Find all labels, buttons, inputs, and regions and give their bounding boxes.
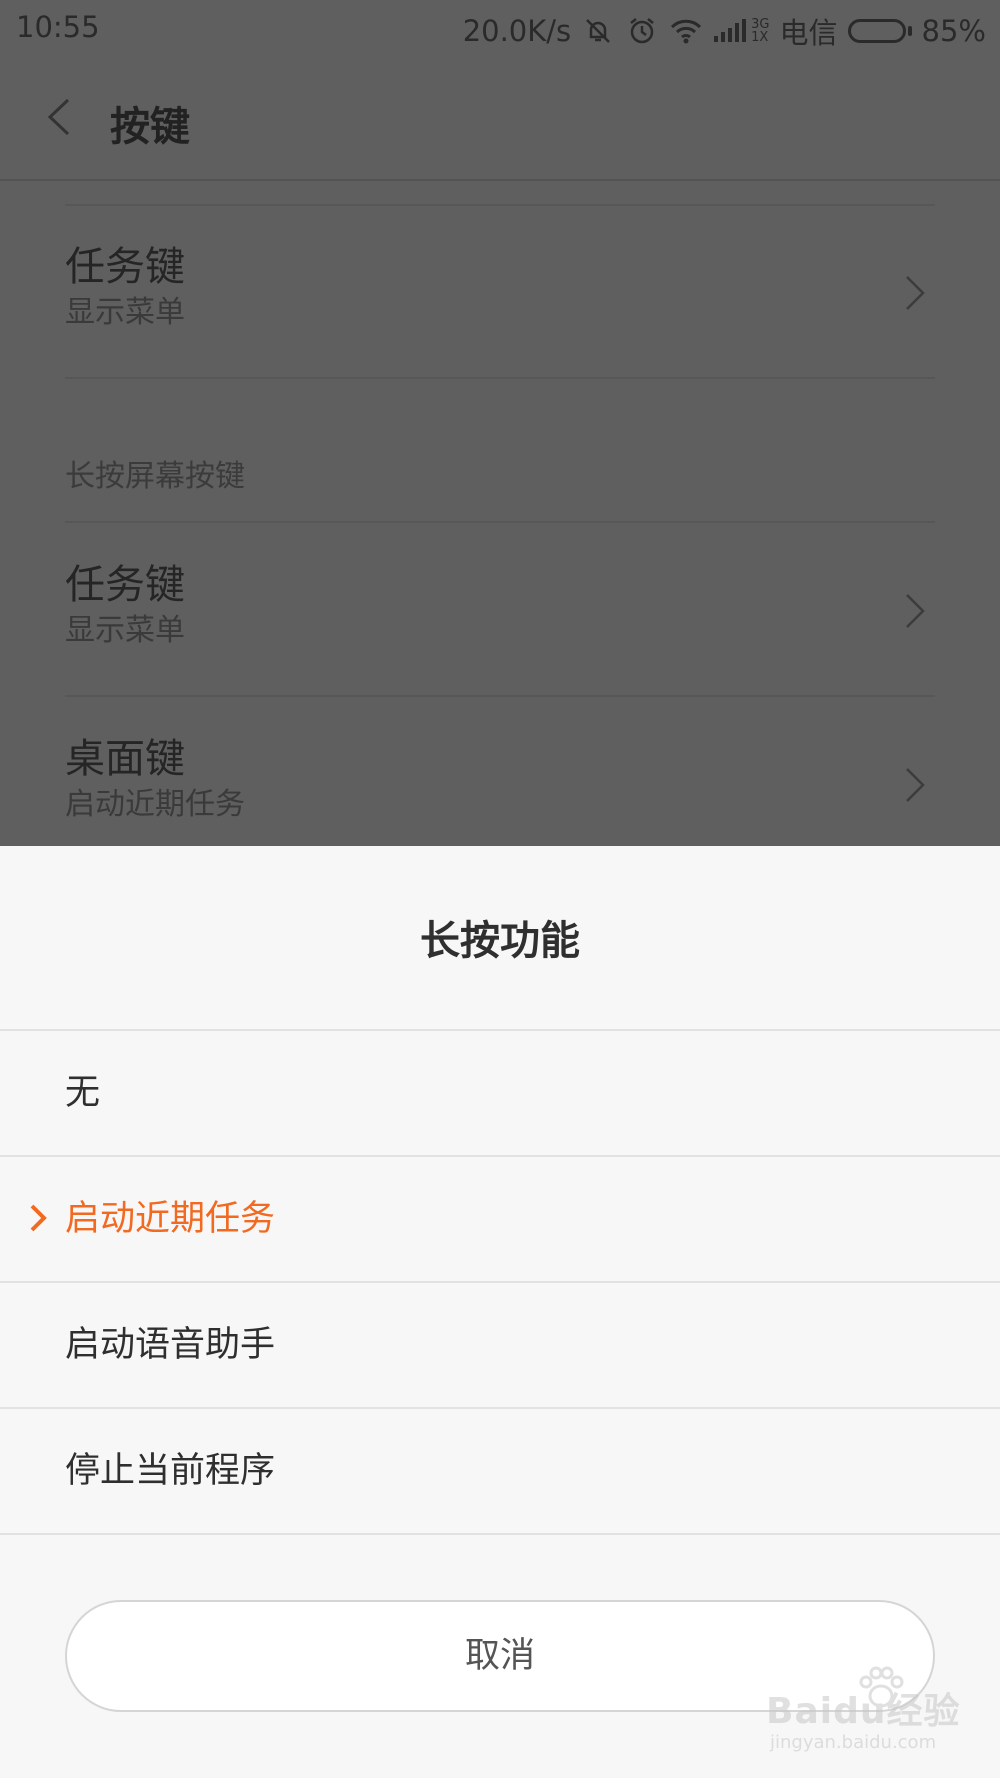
sheet-title: 长按功能 (0, 846, 1000, 1031)
status-icons: 20.0K/s 3G 1X 电信 85% (463, 10, 986, 52)
page-title: 按键 (110, 104, 190, 150)
battery-percent: 85% (921, 14, 986, 48)
option-label: 启动近期任务 (65, 1199, 276, 1239)
watermark-logo: Baidu经验 jingyan.baidu.com (766, 1666, 976, 1766)
network-type: 3G 1X (751, 17, 770, 45)
divider (65, 521, 935, 523)
carrier-name: 电信 (779, 16, 838, 50)
divider (65, 377, 935, 379)
battery-icon (847, 19, 912, 43)
app-header: 按键 (0, 56, 1000, 181)
long-press-action-sheet: 长按功能 无 启动近期任务 启动语音助手 停止当前程序 取消 (0, 846, 1000, 1778)
option-label: 启动语音助手 (65, 1325, 276, 1365)
option-recent-tasks[interactable]: 启动近期任务 (0, 1157, 1000, 1283)
section-header: 长按屏幕按键 (65, 459, 245, 494)
item-title: 桌面键 (65, 736, 185, 782)
option-none[interactable]: 无 (0, 1031, 1000, 1157)
watermark-url: jingyan.baidu.com (770, 1732, 937, 1753)
signal-icon (713, 14, 747, 48)
option-stop-current-app[interactable]: 停止当前程序 (0, 1409, 1000, 1535)
chevron-right-icon (906, 768, 925, 802)
alarm-icon (625, 14, 659, 48)
mute-icon (581, 14, 615, 48)
option-voice-assistant[interactable]: 启动语音助手 (0, 1283, 1000, 1409)
item-subtitle: 显示菜单 (65, 613, 185, 648)
item-subtitle: 显示菜单 (65, 295, 185, 330)
divider (65, 695, 935, 697)
chevron-right-icon (906, 276, 925, 310)
selected-chevron-icon (30, 1204, 47, 1232)
option-label: 无 (65, 1073, 101, 1113)
item-title: 任务键 (65, 244, 185, 290)
item-title: 任务键 (65, 562, 185, 608)
net-speed: 20.0K/s (462, 14, 572, 48)
list-item-task-key-long[interactable]: 任务键 显示菜单 (65, 561, 935, 651)
list-item-task-key[interactable]: 任务键 显示菜单 (65, 243, 935, 333)
status-bar: 10:55 20.0K/s 3G 1X 电信 85% (0, 0, 1000, 56)
watermark-main: Baidu经验 (766, 1691, 961, 1732)
option-label: 停止当前程序 (65, 1451, 276, 1491)
status-time: 10:55 (16, 10, 100, 44)
item-subtitle: 启动近期任务 (65, 787, 245, 822)
list-item-home-key[interactable]: 桌面键 启动近期任务 (65, 735, 935, 825)
back-icon[interactable] (40, 94, 80, 140)
divider (65, 204, 935, 206)
chevron-right-icon (906, 594, 925, 628)
wifi-icon (669, 14, 703, 48)
